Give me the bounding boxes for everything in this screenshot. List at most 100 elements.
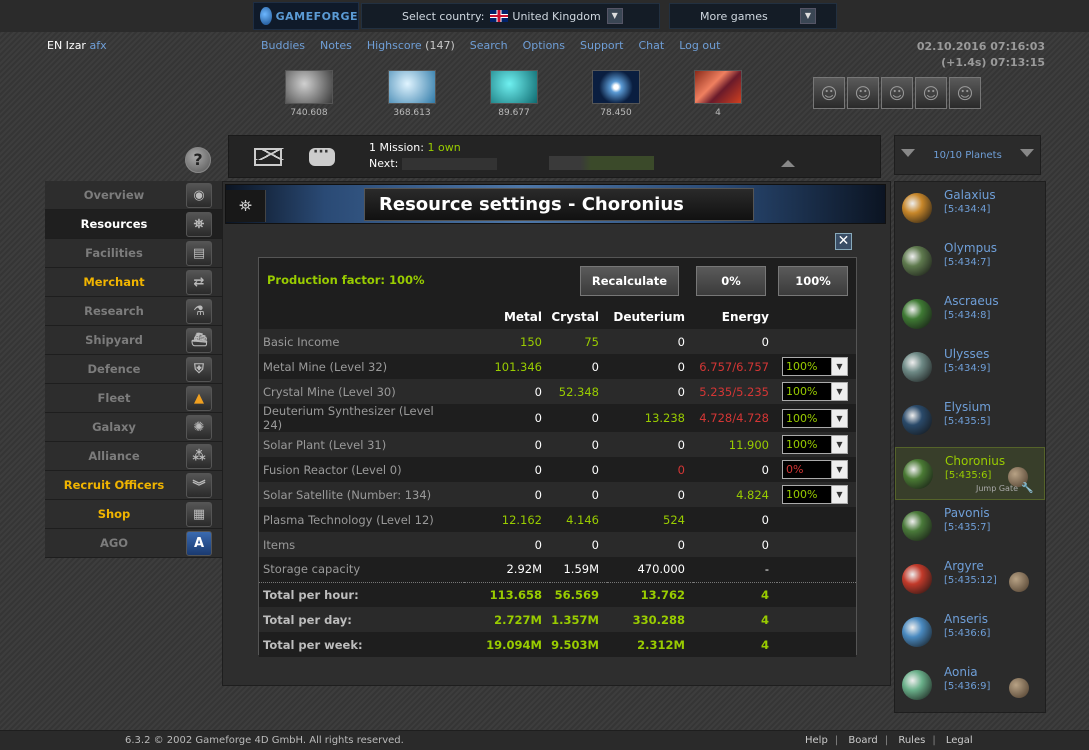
footer-help-link[interactable]: Help <box>805 735 828 746</box>
production-percent-select[interactable]: 100% ▼ <box>782 408 848 428</box>
menu-item-facilities[interactable]: Facilities ▤ <box>45 239 222 268</box>
chevron-down-icon[interactable] <box>1020 149 1034 157</box>
recruit-officers-icon[interactable]: ︾ <box>186 473 212 498</box>
planet-item[interactable]: Elysium [5:435:5] <box>895 394 1045 447</box>
planet-item[interactable]: Choronius [5:435:6] Jump Gate 🔧 <box>895 447 1045 500</box>
defence-icon[interactable]: ⛨ <box>186 357 212 382</box>
chevron-down-icon[interactable]: ▼ <box>606 8 623 24</box>
nav-search[interactable]: Search <box>470 39 508 52</box>
resource-deuterium[interactable]: 89.677 <box>484 70 544 118</box>
planet-item[interactable]: Anseris [5:436:6] <box>895 606 1045 659</box>
jump-gate[interactable]: Jump Gate 🔧 <box>976 483 1033 494</box>
footer-rules-link[interactable]: Rules <box>898 735 925 746</box>
production-percent-select[interactable]: 100% ▼ <box>782 435 848 454</box>
planet-icon[interactable] <box>902 299 932 329</box>
chevron-down-icon[interactable] <box>901 149 915 157</box>
menu-item-merchant[interactable]: Merchant ⇄ <box>45 268 222 297</box>
production-percent-select[interactable]: 100% ▼ <box>782 485 848 504</box>
help-button[interactable]: ? <box>185 147 211 173</box>
resource-energy[interactable]: 78.450 <box>586 70 646 118</box>
planet-icon[interactable] <box>902 193 932 223</box>
planet-icon[interactable] <box>902 511 932 541</box>
menu-item-overview[interactable]: Overview ◉ <box>45 181 222 210</box>
planet-icon[interactable] <box>902 617 932 647</box>
planet-icon[interactable] <box>902 670 932 700</box>
nav-logout[interactable]: Log out <box>679 39 720 52</box>
collapse-arrow-icon[interactable] <box>781 160 795 167</box>
alliance-icon[interactable]: ⁂ <box>186 444 212 469</box>
resource-crystal[interactable]: 368.613 <box>382 70 442 118</box>
nav-support[interactable]: Support <box>580 39 623 52</box>
chevron-down-icon[interactable]: ▼ <box>831 358 847 375</box>
shop-icon[interactable]: ▦ <box>186 502 212 527</box>
planet-icon[interactable] <box>902 352 932 382</box>
fleet-icon[interactable]: ▲ <box>186 386 212 411</box>
shipyard-icon[interactable]: ⛴ <box>186 328 212 353</box>
footer-board-link[interactable]: Board <box>848 735 877 746</box>
planet-item[interactable]: Ascraeus [5:434:8] <box>895 288 1045 341</box>
moon-icon[interactable] <box>1009 572 1029 592</box>
chevron-down-icon[interactable]: ▼ <box>831 383 847 400</box>
commander-icon[interactable]: ☺ <box>813 77 845 109</box>
menu-item-shop[interactable]: Shop ▦ <box>45 500 222 529</box>
nav-highscore[interactable]: Highscore (147) <box>367 39 455 52</box>
facilities-icon[interactable]: ▤ <box>186 241 212 266</box>
gameforge-logo[interactable]: GAMEFORGE <box>253 2 359 30</box>
nav-notes[interactable]: Notes <box>320 39 352 52</box>
planet-item[interactable]: Olympus [5:434:7] <box>895 235 1045 288</box>
admiral-icon[interactable]: ☺ <box>847 77 879 109</box>
close-icon[interactable]: ✕ <box>835 233 852 250</box>
nav-buddies[interactable]: Buddies <box>261 39 305 52</box>
set-all-100-button[interactable]: 100% <box>778 266 848 296</box>
geologist-icon[interactable]: ☺ <box>915 77 947 109</box>
planet-item[interactable]: Aonia [5:436:9] <box>895 659 1045 712</box>
nav-options[interactable]: Options <box>523 39 565 52</box>
planet-item[interactable]: Ulysses [5:434:9] <box>895 341 1045 394</box>
planet-icon[interactable] <box>902 246 932 276</box>
engineer-icon[interactable]: ☺ <box>881 77 913 109</box>
chat-bubble-icon[interactable] <box>309 144 335 166</box>
chevron-down-icon[interactable]: ▼ <box>831 461 847 478</box>
planet-item[interactable]: Argyre [5:435:12] <box>895 553 1045 606</box>
more-games-select[interactable]: More games ▼ <box>669 3 837 29</box>
planet-icon[interactable] <box>902 405 932 435</box>
menu-item-shipyard[interactable]: Shipyard ⛴ <box>45 326 222 355</box>
player-name[interactable]: afx <box>89 39 106 52</box>
planet-item[interactable]: Galaxius [5:434:4] <box>895 182 1045 235</box>
resource-metal[interactable]: 740.608 <box>279 70 339 118</box>
moon-icon[interactable] <box>1009 678 1029 698</box>
galaxy-icon[interactable]: ✺ <box>186 415 212 440</box>
chevron-down-icon[interactable]: ▼ <box>831 409 847 427</box>
production-percent-select[interactable]: 0% ▼ <box>782 460 848 479</box>
planet-icon[interactable] <box>903 459 933 489</box>
research-icon[interactable]: ⚗ <box>186 299 212 324</box>
menu-item-recruit-officers[interactable]: Recruit Officers ︾ <box>45 471 222 500</box>
resource-dark-matter[interactable]: 4 <box>688 70 748 118</box>
country-selector[interactable]: Select country: United Kingdom ▼ <box>361 3 660 29</box>
fleet-events[interactable]: 1 Mission: 1 own Next: <box>369 140 497 172</box>
merchant-icon[interactable]: ⇄ <box>186 270 212 295</box>
resources-icon[interactable]: ⛯ <box>186 212 212 237</box>
production-percent-select[interactable]: 100% ▼ <box>782 382 848 401</box>
ago-icon[interactable]: A <box>186 531 212 556</box>
menu-item-ago[interactable]: AGO A <box>45 529 222 558</box>
menu-item-defence[interactable]: Defence ⛨ <box>45 355 222 384</box>
recalculate-button[interactable]: Recalculate <box>580 266 679 296</box>
chevron-down-icon[interactable]: ▼ <box>831 486 847 503</box>
nav-chat[interactable]: Chat <box>639 39 665 52</box>
production-percent-select[interactable]: 100% ▼ <box>782 357 848 376</box>
mail-icon[interactable] <box>254 148 284 166</box>
planet-item[interactable]: Pavonis [5:435:7] <box>895 500 1045 553</box>
chevron-down-icon[interactable]: ▼ <box>800 8 816 24</box>
planet-icon[interactable] <box>902 564 932 594</box>
wrench-icon[interactable]: 🔧 <box>1021 483 1033 494</box>
overview-icon[interactable]: ◉ <box>186 183 212 208</box>
chevron-down-icon[interactable]: ▼ <box>831 436 847 453</box>
menu-item-alliance[interactable]: Alliance ⁂ <box>45 442 222 471</box>
technocrat-icon[interactable]: ☺ <box>949 77 981 109</box>
menu-item-fleet[interactable]: Fleet ▲ <box>45 384 222 413</box>
set-all-0-button[interactable]: 0% <box>696 266 766 296</box>
footer-legal-link[interactable]: Legal <box>946 735 973 746</box>
menu-item-resources[interactable]: Resources ⛯ <box>45 210 222 239</box>
menu-item-research[interactable]: Research ⚗ <box>45 297 222 326</box>
